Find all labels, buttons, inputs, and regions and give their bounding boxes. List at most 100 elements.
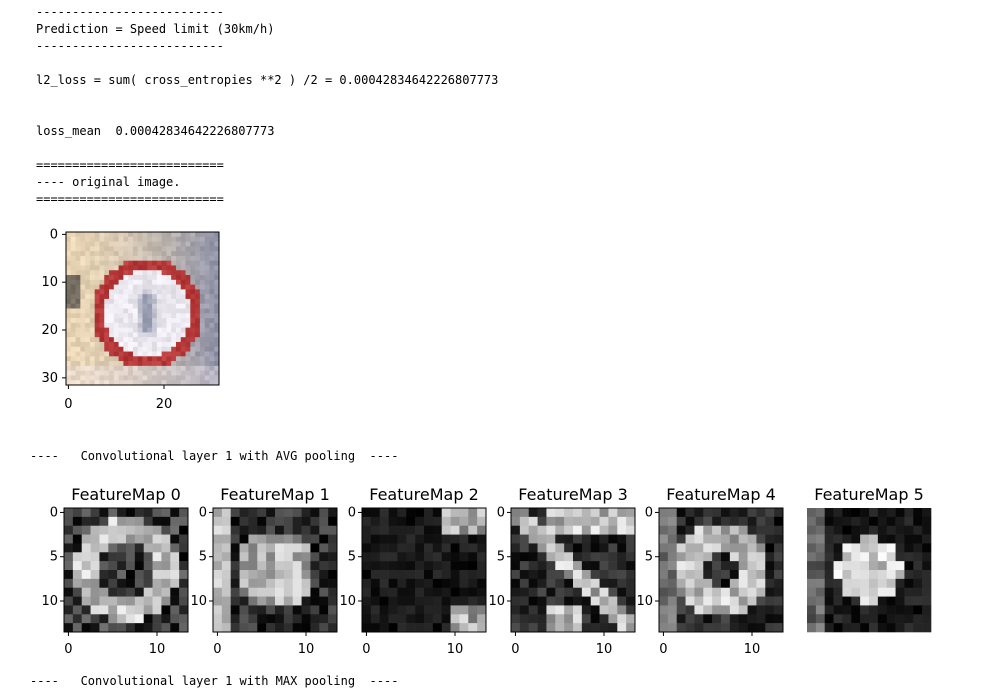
image-pixel <box>204 365 210 372</box>
feature-map-cell <box>370 605 381 615</box>
feature-map-cell <box>310 623 320 633</box>
feature-map-cell <box>581 552 592 562</box>
feature-map-cell <box>511 516 521 527</box>
feature-map-cell <box>266 614 276 624</box>
image-pixel <box>70 298 76 305</box>
image-pixel <box>113 361 119 367</box>
image-pixel <box>185 255 191 262</box>
image-pixel <box>190 356 196 362</box>
feature-map-cell <box>667 561 678 571</box>
image-pixel <box>171 375 177 381</box>
feature-map-cell <box>152 552 162 562</box>
image-pixel <box>89 332 96 338</box>
feature-map-cell <box>842 525 852 535</box>
feature-map-cell <box>90 543 100 553</box>
image-pixel <box>147 284 153 290</box>
feature-map-cell <box>81 508 91 518</box>
image-pixel <box>80 356 86 362</box>
feature-map-cell <box>729 623 740 633</box>
feature-map-cell <box>564 561 574 571</box>
feature-map-cell <box>573 516 583 527</box>
image-pixel <box>180 356 186 362</box>
image-pixel <box>104 232 110 238</box>
feature-map-cell <box>459 578 469 589</box>
image-pixel <box>171 361 177 367</box>
feature-map-cell <box>756 623 766 633</box>
image-pixel <box>123 308 129 314</box>
image-pixel <box>89 255 96 262</box>
feature-map-cell <box>239 605 249 615</box>
feature-map-cell <box>81 552 91 562</box>
feature-map-cell <box>379 516 389 527</box>
image-pixel <box>190 361 196 367</box>
image-pixel <box>175 337 182 343</box>
image-pixel <box>209 303 215 309</box>
feature-map-cell <box>807 561 817 571</box>
feature-map-cell <box>824 570 834 580</box>
image-pixel <box>190 270 196 276</box>
feature-map-cell <box>213 596 223 606</box>
feature-map-cell <box>397 605 407 615</box>
feature-map-cell <box>213 508 223 518</box>
feature-map-cell <box>676 596 686 606</box>
feature-map-cell <box>415 543 425 553</box>
image-pixel <box>99 356 105 362</box>
image-pixel <box>161 289 167 295</box>
image-pixel <box>204 246 210 252</box>
image-pixel <box>80 298 86 305</box>
feature-map-cell <box>310 587 320 597</box>
feature-map-cell <box>756 596 766 606</box>
feature-map-cell <box>319 561 329 571</box>
y-tick-label: 10 <box>488 594 505 609</box>
feature-map-cell <box>424 605 434 615</box>
image-pixel <box>89 289 96 295</box>
feature-map-cell <box>468 543 478 553</box>
feature-map-cell <box>248 614 258 624</box>
feature-map-cell <box>379 534 389 544</box>
image-pixel <box>199 322 206 329</box>
feature-map-cell <box>608 587 618 597</box>
feature-map-cell <box>756 587 766 597</box>
feature-map-cell <box>519 596 530 606</box>
feature-map-cell <box>221 534 232 544</box>
feature-map-cell <box>415 508 425 518</box>
feature-map-cell <box>913 516 923 527</box>
image-pixel <box>156 251 163 257</box>
image-pixel <box>161 246 167 252</box>
image-pixel <box>137 370 143 376</box>
image-pixel <box>204 294 210 300</box>
image-pixel <box>75 365 81 372</box>
x-tick-label: 0 <box>362 642 370 657</box>
feature-map-cell <box>221 525 232 535</box>
feature-map-cell <box>388 596 398 606</box>
feature-map-cell <box>301 525 311 535</box>
image-pixel <box>171 251 177 257</box>
feature-map-cell <box>275 525 285 535</box>
feature-map-cell <box>537 570 547 580</box>
image-pixel <box>156 375 163 381</box>
image-pixel <box>152 346 158 352</box>
feature-map-cell <box>310 570 320 580</box>
image-pixel <box>190 327 196 333</box>
feature-map-cell <box>747 596 757 606</box>
image-pixel <box>75 289 81 295</box>
image-pixel <box>156 265 163 271</box>
image-pixel <box>195 232 201 238</box>
image-pixel <box>80 270 86 276</box>
separator-line: -------------------------- <box>36 5 224 19</box>
feature-map-cell <box>134 561 145 571</box>
feature-map-cell <box>703 614 713 624</box>
feature-map-cell <box>922 543 932 553</box>
image-pixel <box>152 265 158 271</box>
image-pixel <box>171 255 177 262</box>
image-pixel <box>204 332 210 338</box>
image-pixel <box>147 365 153 372</box>
image-pixel <box>209 298 215 305</box>
feature-map-cell <box>685 587 695 597</box>
image-pixel <box>123 279 129 285</box>
feature-map-cell <box>213 543 223 553</box>
feature-map-cell <box>511 587 521 597</box>
feature-map-cell <box>213 578 223 589</box>
feature-map-cell <box>573 552 583 562</box>
image-pixel <box>132 260 139 266</box>
